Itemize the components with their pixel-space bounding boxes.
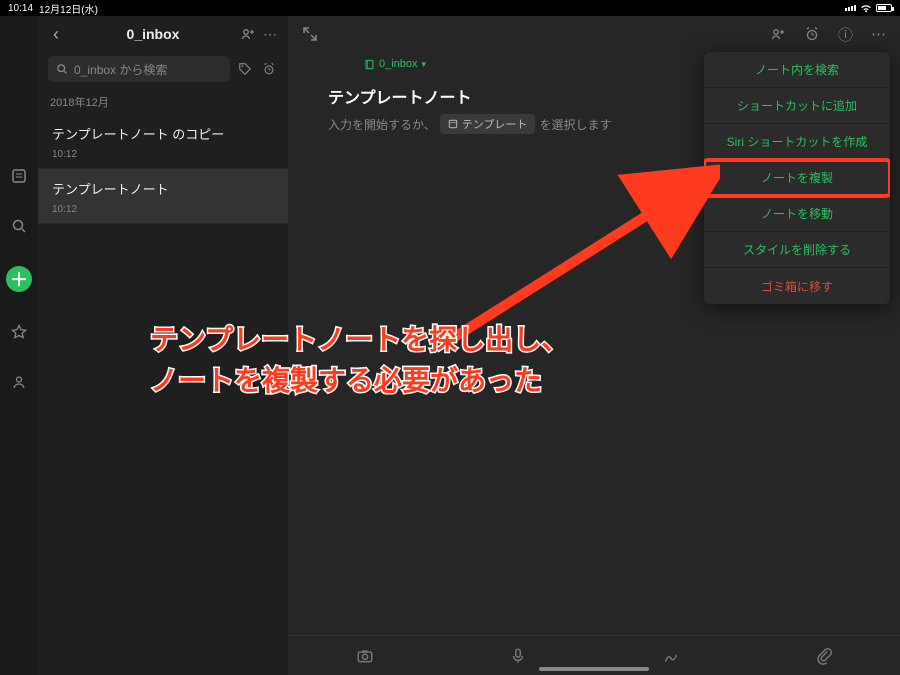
editor-more-icon[interactable]: ⋯ bbox=[871, 25, 886, 43]
mic-icon[interactable] bbox=[509, 647, 527, 665]
notes-rail-icon[interactable] bbox=[9, 166, 29, 186]
breadcrumb-label: 0_inbox bbox=[379, 58, 418, 70]
ipad-status-bar: 10:14 12月12日(水) bbox=[0, 0, 900, 16]
note-context-menu: ノート内を検索ショートカットに追加Siri ショートカットを作成ノートを複製ノー… bbox=[704, 52, 890, 304]
context-menu-item[interactable]: ノートを複製 bbox=[704, 160, 890, 196]
list-more-icon[interactable]: ⋯ bbox=[260, 26, 280, 43]
note-item-title: テンプレートノート のコピー bbox=[52, 124, 274, 143]
paperclip-icon[interactable] bbox=[815, 647, 833, 665]
template-chip[interactable]: テンプレート bbox=[440, 114, 536, 134]
tag-filter-icon[interactable] bbox=[236, 60, 254, 78]
reminder-icon[interactable] bbox=[804, 26, 820, 42]
account-rail-icon[interactable] bbox=[9, 372, 29, 392]
note-list-item[interactable]: テンプレートノート 10:12 bbox=[38, 169, 288, 224]
shortcuts-rail-icon[interactable] bbox=[9, 322, 29, 342]
pen-icon[interactable] bbox=[662, 647, 680, 665]
status-time: 10:14 bbox=[8, 3, 33, 14]
context-menu-item[interactable]: ノートを移動 bbox=[704, 196, 890, 232]
reminder-filter-icon[interactable] bbox=[260, 60, 278, 78]
left-rail: ＋ bbox=[0, 16, 38, 675]
back-button[interactable]: ‹ bbox=[46, 24, 66, 45]
context-menu-item[interactable]: ゴミ箱に移す bbox=[704, 268, 890, 304]
note-item-time: 10:12 bbox=[52, 204, 274, 215]
home-indicator[interactable] bbox=[539, 667, 649, 671]
battery-icon bbox=[876, 4, 892, 12]
share-notebook-icon[interactable] bbox=[240, 26, 260, 42]
cellular-icon bbox=[845, 5, 856, 11]
search-input[interactable]: 0_inbox から検索 bbox=[48, 56, 230, 82]
list-header: ‹ 0_inbox ⋯ bbox=[38, 16, 288, 52]
note-list-item[interactable]: テンプレートノート のコピー 10:12 bbox=[38, 114, 288, 169]
status-date: 12月12日(水) bbox=[39, 1, 98, 16]
notebook-icon bbox=[364, 59, 375, 70]
template-icon bbox=[448, 119, 458, 129]
note-list-pane: ‹ 0_inbox ⋯ 0_inbox から検索 2018年12月 テンプレート… bbox=[38, 16, 288, 675]
context-menu-item[interactable]: ショートカットに追加 bbox=[704, 88, 890, 124]
search-rail-icon[interactable] bbox=[9, 216, 29, 236]
wifi-icon bbox=[860, 4, 872, 13]
notebook-title: 0_inbox bbox=[66, 26, 240, 42]
expand-icon[interactable] bbox=[302, 26, 318, 42]
context-menu-item[interactable]: ノート内を検索 bbox=[704, 52, 890, 88]
context-menu-item[interactable]: スタイルを削除する bbox=[704, 232, 890, 268]
search-placeholder: 0_inbox から検索 bbox=[74, 61, 167, 78]
context-menu-item[interactable]: Siri ショートカットを作成 bbox=[704, 124, 890, 160]
info-icon[interactable]: ⓘ bbox=[838, 24, 853, 45]
camera-icon[interactable] bbox=[356, 647, 374, 665]
search-icon bbox=[56, 63, 68, 75]
editor-pane: ⓘ ⋯ 0_inbox ▾ テンプレートノート 入力を開始するか、 テンプレート… bbox=[288, 16, 900, 675]
add-note-button[interactable]: ＋ bbox=[6, 266, 32, 292]
date-section-label: 2018年12月 bbox=[38, 90, 288, 114]
note-item-time: 10:12 bbox=[52, 149, 274, 160]
share-note-icon[interactable] bbox=[770, 26, 786, 42]
chevron-down-icon: ▾ bbox=[422, 59, 427, 70]
note-item-title: テンプレートノート bbox=[52, 179, 274, 198]
